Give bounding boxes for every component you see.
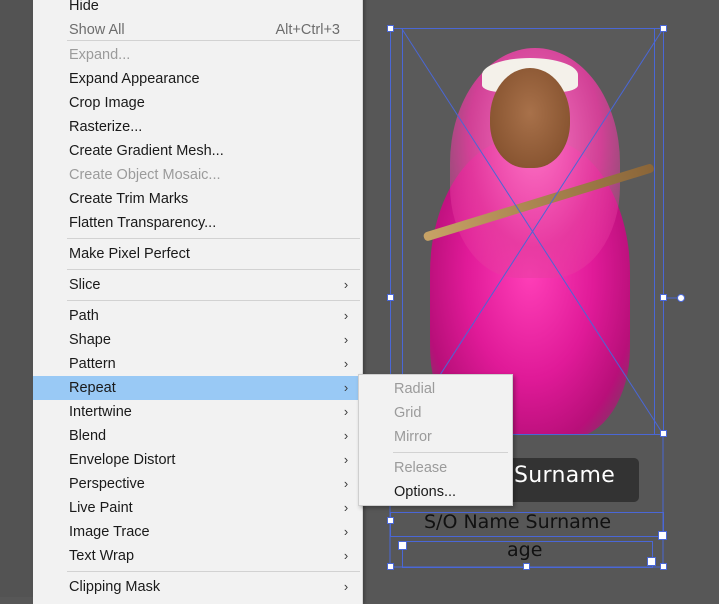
menu-item-show-all[interactable]: Show All Alt+Ctrl+3 <box>33 18 362 42</box>
menu-item-make-pixel-perfect[interactable]: Make Pixel Perfect <box>33 242 362 266</box>
menu-item-pattern[interactable]: Pattern › <box>33 352 362 376</box>
menu-item-expand-appearance[interactable]: Expand Appearance <box>33 67 362 91</box>
shortcut-label: Alt+Ctrl+3 <box>275 22 340 38</box>
so-name-text[interactable]: S/O Name Surname <box>424 511 611 533</box>
resize-handle-br[interactable] <box>660 430 667 437</box>
age-text[interactable]: age <box>507 539 542 561</box>
submenu-item-release[interactable]: Release <box>359 456 512 480</box>
menu-separator <box>67 300 360 301</box>
menu-item-live-paint[interactable]: Live Paint › <box>33 496 362 520</box>
resize-handle-tl[interactable] <box>387 25 394 32</box>
menu-item-text-wrap[interactable]: Text Wrap › <box>33 544 362 568</box>
menu-separator <box>67 571 360 572</box>
text-handle-age-mid[interactable] <box>523 563 530 570</box>
object-menu: Hide Show All Alt+Ctrl+3 Expand... Expan… <box>33 0 363 604</box>
chevron-right-icon: › <box>343 308 349 323</box>
submenu-item-grid[interactable]: Grid <box>359 401 512 425</box>
chevron-right-icon: › <box>343 380 349 395</box>
menu-item-image-trace[interactable]: Image Trace › <box>33 520 362 544</box>
menu-item-shape[interactable]: Shape › <box>33 328 362 352</box>
menu-item-create-trim-marks[interactable]: Create Trim Marks <box>33 187 362 211</box>
menu-item-repeat[interactable]: Repeat › <box>33 376 362 400</box>
text-handle-br[interactable] <box>660 563 667 570</box>
submenu-item-options[interactable]: Options... <box>359 480 512 504</box>
chevron-right-icon: › <box>343 332 349 347</box>
chevron-right-icon: › <box>343 428 349 443</box>
menu-separator <box>67 238 360 239</box>
menu-separator <box>393 452 508 453</box>
menu-item-rasterize[interactable]: Rasterize... <box>33 115 362 139</box>
menu-item-expand[interactable]: Expand... <box>33 43 362 67</box>
resize-handle-ml[interactable] <box>387 294 394 301</box>
chevron-right-icon: › <box>343 452 349 467</box>
text-handle-bl[interactable] <box>387 563 394 570</box>
repeat-submenu: Radial Grid Mirror Release Options... <box>358 374 513 506</box>
chevron-right-icon: › <box>343 277 349 292</box>
chevron-right-icon: › <box>343 404 349 419</box>
text-handle-l[interactable] <box>387 517 394 524</box>
menu-item-create-object-mosaic[interactable]: Create Object Mosaic... <box>33 163 362 187</box>
chevron-right-icon: › <box>343 500 349 515</box>
left-panel-edge <box>0 0 33 597</box>
name-plate-text[interactable]: Surname <box>514 463 615 488</box>
submenu-item-radial[interactable]: Radial <box>359 377 512 401</box>
menu-item-perspective[interactable]: Perspective › <box>33 472 362 496</box>
submenu-item-mirror[interactable]: Mirror <box>359 425 512 449</box>
menu-item-clipping-mask[interactable]: Clipping Mask › <box>33 575 362 599</box>
chevron-right-icon: › <box>343 356 349 371</box>
menu-item-slice[interactable]: Slice › <box>33 273 362 297</box>
photo-face <box>490 68 570 168</box>
menu-item-hide[interactable]: Hide <box>33 0 362 18</box>
text-handle-r[interactable] <box>658 531 667 540</box>
chevron-right-icon: › <box>343 476 349 491</box>
text-handle-age-l[interactable] <box>398 541 407 550</box>
menu-separator <box>67 269 360 270</box>
menu-item-create-gradient-mesh[interactable]: Create Gradient Mesh... <box>33 139 362 163</box>
menu-item-intertwine[interactable]: Intertwine › <box>33 400 362 424</box>
menu-item-crop-image[interactable]: Crop Image <box>33 91 362 115</box>
rotate-handle[interactable] <box>677 294 685 302</box>
menu-item-path[interactable]: Path › <box>33 304 362 328</box>
chevron-right-icon: › <box>343 579 349 594</box>
menu-item-flatten-transparency[interactable]: Flatten Transparency... <box>33 211 362 235</box>
chevron-right-icon: › <box>343 548 349 563</box>
chevron-right-icon: › <box>343 524 349 539</box>
resize-handle-tr[interactable] <box>660 25 667 32</box>
menu-separator <box>67 40 360 41</box>
menu-item-blend[interactable]: Blend › <box>33 424 362 448</box>
menu-item-envelope-distort[interactable]: Envelope Distort › <box>33 448 362 472</box>
text-handle-age-r[interactable] <box>647 557 656 566</box>
resize-handle-mr[interactable] <box>660 294 667 301</box>
